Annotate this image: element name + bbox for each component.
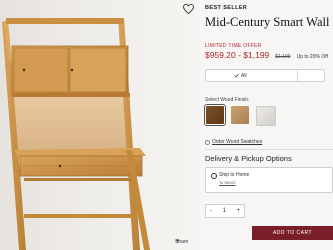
ship-label: Ship to Home: [219, 172, 250, 178]
size-selector[interactable]: All: [205, 69, 325, 82]
quantity-stepper[interactable]: - 1 +: [205, 204, 245, 218]
product-image: Share: [0, 0, 200, 250]
ship-radio[interactable]: [211, 173, 217, 179]
product-title: Mid-Century Smart Wall De: [205, 15, 333, 29]
divider: [205, 149, 333, 150]
original-price: $1,199: [275, 54, 291, 60]
size-option-label: All: [241, 72, 247, 79]
best-seller-badge: BEST SELLER: [205, 5, 248, 11]
qty-increment-button[interactable]: +: [236, 208, 240, 214]
checkmark-icon: [234, 73, 239, 78]
product-info-panel: BEST SELLER Mid-Century Smart Wall De LI…: [200, 0, 333, 250]
price-row: $959.20 - $1,199 $1,199 Up to 20% Off: [205, 50, 328, 60]
wall-desk-illustration: [2, 18, 150, 250]
swatch-icon: [205, 139, 210, 145]
finish-swatch-white[interactable]: [256, 106, 276, 126]
order-swatches-link[interactable]: Order Wood Swatches: [205, 139, 262, 145]
divider: [297, 70, 298, 81]
discount-label: Up to 20% Off: [296, 54, 328, 60]
share-button[interactable]: Share: [175, 239, 188, 245]
share-icon: [175, 239, 180, 243]
heart-icon: [183, 4, 194, 14]
delivery-title: Delivery & Pickup Options: [205, 154, 292, 163]
finish-swatch-walnut[interactable]: [204, 104, 226, 126]
size-option-all[interactable]: All: [234, 73, 247, 79]
qty-decrement-button[interactable]: -: [210, 208, 212, 214]
order-swatches-label: Order Wood Swatches: [212, 139, 263, 145]
ship-to-home-option[interactable]: Ship to Home To 98102: [205, 167, 333, 193]
qty-value[interactable]: 1: [223, 208, 226, 214]
finish-label: Select Wood Finish:: [205, 97, 250, 103]
finish-swatch-acorn[interactable]: [231, 106, 249, 124]
sale-price: $959.20 - $1,199: [205, 50, 270, 60]
promo-label: LIMITED TIME OFFER: [205, 43, 262, 49]
wishlist-heart-button[interactable]: [183, 4, 197, 18]
ship-zip-link[interactable]: To 98102: [219, 180, 235, 185]
add-to-cart-button[interactable]: ADD TO CART: [252, 226, 333, 240]
